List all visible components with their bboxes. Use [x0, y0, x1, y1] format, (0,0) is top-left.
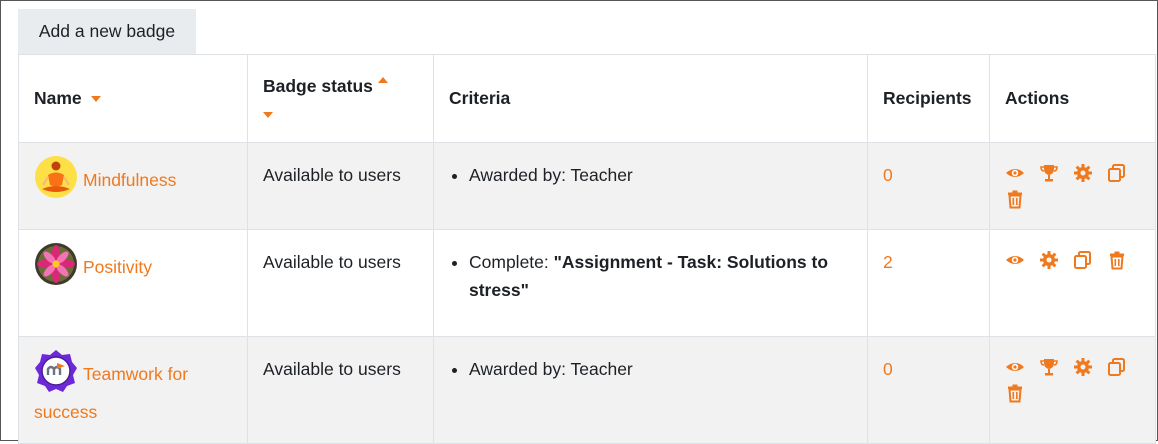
page-frame: Add a new badge Name Badge status Criter… — [0, 0, 1158, 444]
criteria-text: Awarded by: Teacher — [469, 359, 633, 379]
add-badge-button[interactable]: Add a new badge — [18, 9, 196, 54]
header-status-label: Badge status — [263, 76, 373, 96]
name-cell: Mindfulness — [18, 142, 248, 230]
actions-cell — [989, 229, 1156, 337]
award-icon[interactable] — [1039, 163, 1059, 183]
status-cell: Available to users — [247, 229, 434, 337]
table-header-row: Name Badge status Criteria Recipients Ac… — [18, 54, 1156, 143]
criteria-cell: Complete: "Assignment - Task: Solutions … — [433, 229, 868, 337]
badge-link[interactable]: Positivity — [83, 248, 152, 286]
gear-icon[interactable] — [1073, 163, 1093, 183]
badge-link[interactable]: Mindfulness — [83, 161, 176, 199]
copy-icon[interactable] — [1073, 250, 1093, 270]
header-actions-label: Actions — [1005, 88, 1070, 108]
criteria-text: Complete: — [469, 252, 554, 272]
header-name[interactable]: Name — [18, 54, 248, 143]
view-icon[interactable] — [1005, 250, 1025, 270]
sort-asc-icon[interactable] — [377, 77, 388, 83]
criteria-item: Awarded by: Teacher — [469, 161, 852, 189]
gear-icon[interactable] — [1073, 357, 1093, 377]
badge-image-teamwork — [34, 349, 78, 393]
trash-icon[interactable] — [1107, 250, 1127, 270]
criteria-cell: Awarded by: Teacher — [433, 142, 868, 230]
sort-desc-icon[interactable] — [263, 112, 273, 118]
actions-cell — [989, 336, 1156, 444]
header-criteria: Criteria — [433, 54, 868, 143]
view-icon[interactable] — [1005, 163, 1025, 183]
table-row: Mindfulness Available to users Awarded b… — [18, 142, 1156, 230]
criteria-item: Complete: "Assignment - Task: Solutions … — [469, 248, 852, 304]
recipients-cell: 0 — [867, 336, 990, 444]
recipients-cell: 2 — [867, 229, 990, 337]
copy-icon[interactable] — [1107, 357, 1127, 377]
status-cell: Available to users — [247, 142, 434, 230]
badge-image-positivity — [34, 242, 78, 286]
criteria-cell: Awarded by: Teacher — [433, 336, 868, 444]
badge-image-mindfulness — [34, 155, 78, 199]
header-status[interactable]: Badge status — [247, 54, 434, 143]
recipients-cell: 0 — [867, 142, 990, 230]
header-criteria-label: Criteria — [449, 88, 511, 108]
criteria-text: Awarded by: Teacher — [469, 165, 633, 185]
table-row: Teamwork for success Teamwork for succes… — [18, 336, 1156, 444]
trash-icon[interactable] — [1005, 383, 1025, 403]
name-cell: Teamwork for success Teamwork for succes… — [18, 336, 248, 444]
criteria-item: Awarded by: Teacher — [469, 355, 852, 383]
view-icon[interactable] — [1005, 357, 1025, 377]
header-recipients: Recipients — [867, 54, 990, 143]
header-recipients-label: Recipients — [883, 88, 972, 108]
header-name-label: Name — [34, 88, 82, 108]
recipients-link[interactable]: 2 — [883, 252, 893, 272]
badges-table: Name Badge status Criteria Recipients Ac… — [18, 54, 1156, 444]
actions-cell — [989, 142, 1156, 230]
copy-icon[interactable] — [1107, 163, 1127, 183]
sort-desc-icon[interactable] — [90, 96, 101, 103]
trash-icon[interactable] — [1005, 189, 1025, 209]
header-actions: Actions — [989, 54, 1156, 143]
name-cell: Positivity — [18, 229, 248, 337]
award-icon[interactable] — [1039, 357, 1059, 377]
recipients-link[interactable]: 0 — [883, 165, 893, 185]
gear-icon[interactable] — [1039, 250, 1059, 270]
table-row: Positivity Available to users Complete: … — [18, 229, 1156, 337]
status-cell: Available to users — [247, 336, 434, 444]
recipients-link[interactable]: 0 — [883, 359, 893, 379]
